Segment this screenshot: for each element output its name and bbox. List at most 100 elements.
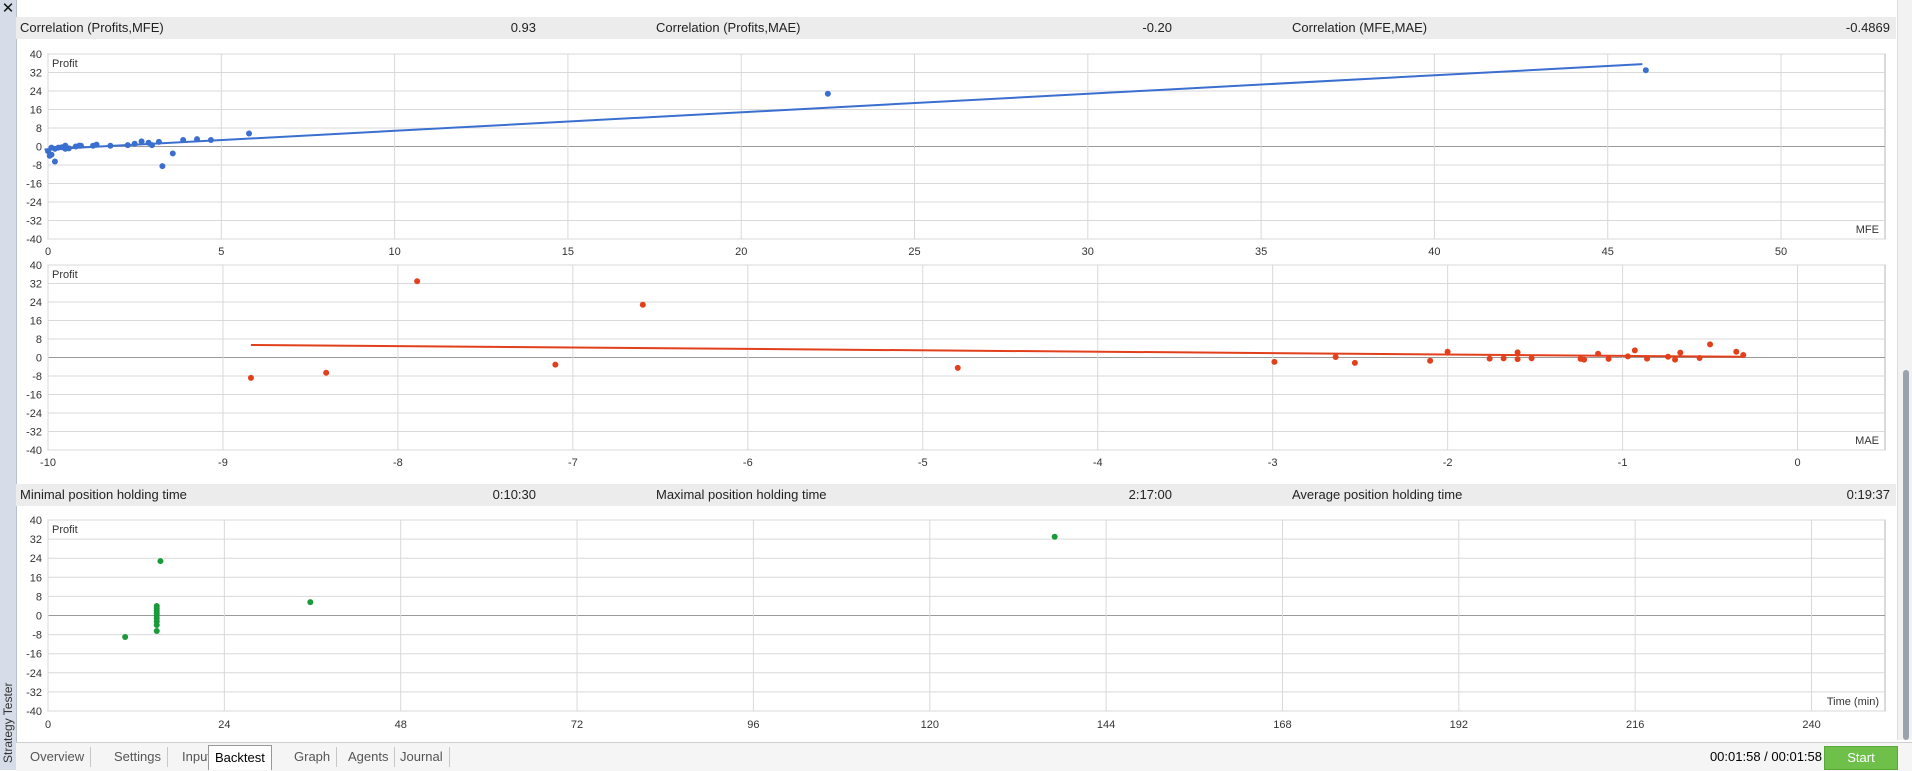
y-tick-label: 8 [36, 123, 42, 135]
data-point [93, 141, 100, 148]
side-panel-label: Strategy Tester [1, 682, 15, 763]
y-tick-label: 16 [30, 316, 42, 328]
close-icon[interactable]: ✕ [0, 0, 16, 18]
avg-holding-label: Average position holding time [1292, 487, 1463, 502]
x-tick-label: -7 [568, 457, 578, 469]
data-point [1644, 355, 1651, 362]
y-tick-label: 24 [30, 86, 42, 98]
min-holding-value: 0:10:30 [492, 487, 536, 502]
corr-profit-mfe-value: 0.93 [510, 20, 536, 35]
holding-time-bar: Minimal position holding time 0:10:30 Ma… [16, 484, 1896, 506]
y-tick-label: -40 [26, 445, 42, 457]
chart-mae-svg: 4032241680-8-16-24-32-40-10 -9 -8 -7 -6 -5 -4-… [26, 260, 1886, 469]
y-tick-label: 32 [30, 534, 42, 546]
data-point [954, 364, 961, 371]
y-tick-label: 0 [36, 353, 42, 365]
corr-mfe-mae-label: Correlation (MFE,MAE) [1292, 20, 1428, 35]
data-point [1672, 356, 1679, 363]
y-tick-label: -16 [26, 390, 42, 402]
x-tick-label: 24 [218, 719, 230, 731]
data-point [1271, 358, 1278, 365]
y-tick-label: -32 [26, 427, 42, 439]
data-point [1665, 353, 1672, 360]
y-tick-label: 0 [36, 142, 42, 154]
data-point [124, 142, 131, 149]
data-point [1696, 354, 1703, 361]
vertical-scrollbar[interactable] [1897, 0, 1912, 740]
data-point [138, 138, 145, 145]
chart-profit-vs-time: 40 32 24 16 8 0 -8 -16 -24 -32 -40 0 24 48 72 96 120 144 1… [18, 509, 1896, 734]
data-point [1500, 355, 1507, 362]
tab-journal[interactable]: Journal [394, 747, 450, 767]
data-point [1444, 348, 1451, 355]
start-button[interactable]: Start [1824, 746, 1898, 770]
data-point [1514, 356, 1521, 363]
data-point [77, 142, 84, 149]
tab-settings[interactable]: Settings [108, 747, 168, 767]
y-tick-label: -40 [26, 706, 42, 718]
data-point [1677, 349, 1684, 356]
data-point [1351, 359, 1358, 366]
tab-agents[interactable]: Agents [342, 747, 396, 767]
y-tick-label: 16 [30, 105, 42, 117]
data-point [1427, 357, 1434, 364]
x-tick-label: 96 [747, 719, 759, 731]
y-tick-label: 40 [30, 515, 42, 527]
tab-backtest[interactable]: Backtest [208, 745, 272, 770]
y-tick-label: 32 [30, 279, 42, 291]
chart-mfe-svg: 4032241680-8-16-24-32-400 5 10 15 20 25 30 35 40… [26, 49, 1886, 258]
x-tick-label: 216 [1626, 719, 1644, 731]
data-point [1733, 348, 1740, 355]
y-tick-label: -16 [26, 649, 42, 661]
data-point [153, 628, 160, 635]
elapsed-time: 00:01:58 / 00:01:58 [1709, 749, 1822, 764]
chart-profit-vs-mfe: 40 32 24 16 8 0 -8 -16 -24 -32 -40 0 5 10 15 20 25 30 35 40… [18, 45, 1896, 262]
data-point [155, 138, 162, 145]
data-point [552, 361, 559, 368]
x-tick-label: 168 [1273, 719, 1291, 731]
data-point [157, 558, 164, 565]
data-point [1486, 355, 1493, 362]
y-axis-label: Profit [52, 269, 78, 281]
corr-profit-mae-label: Correlation (Profits,MAE) [656, 20, 801, 35]
y-tick-label: 40 [30, 49, 42, 61]
y-tick-label: -24 [26, 668, 42, 680]
y-axis-label: Profit [52, 524, 78, 536]
x-tick-label: -6 [743, 457, 753, 469]
x-tick-label: 120 [921, 719, 939, 731]
chart-time-svg: 4032241680-8-16-24-32-400 24 48 72 96 120 144 1… [26, 515, 1886, 731]
x-tick-label: 240 [1802, 719, 1820, 731]
data-point [148, 142, 155, 149]
y-axis-label: Profit [52, 58, 78, 70]
corr-mfe-mae-value: -0.4869 [1845, 20, 1890, 35]
x-tick-label: 192 [1450, 719, 1468, 731]
y-tick-label: 32 [30, 68, 42, 80]
y-tick-label: -16 [26, 179, 42, 191]
scrollbar-thumb[interactable] [1903, 370, 1909, 740]
corr-profit-mae-value: -0.20 [1142, 20, 1172, 35]
y-tick-label: -40 [26, 234, 42, 246]
y-tick-label: -32 [26, 216, 42, 228]
data-point [1707, 341, 1714, 348]
x-tick-label: -10 [40, 457, 56, 469]
data-point [247, 374, 254, 381]
y-tick-label: -8 [32, 371, 42, 383]
data-point [51, 158, 58, 165]
data-point [107, 142, 114, 149]
x-tick-label: 72 [571, 719, 583, 731]
x-axis-label: Time (min) [1827, 696, 1879, 708]
data-point [1642, 67, 1649, 74]
tab-overview[interactable]: Overview [24, 747, 92, 767]
data-point [131, 140, 138, 147]
data-point [1528, 355, 1535, 362]
y-tick-label: 8 [36, 591, 42, 603]
x-tick-label: -8 [393, 457, 403, 469]
y-tick-label: -24 [26, 197, 42, 209]
x-tick-label: 0 [45, 719, 51, 731]
data-point [1740, 351, 1747, 358]
data-point [639, 301, 646, 308]
data-point [194, 136, 201, 143]
data-point [1051, 533, 1058, 540]
tab-graph[interactable]: Graph [288, 747, 338, 767]
data-point [824, 90, 831, 97]
